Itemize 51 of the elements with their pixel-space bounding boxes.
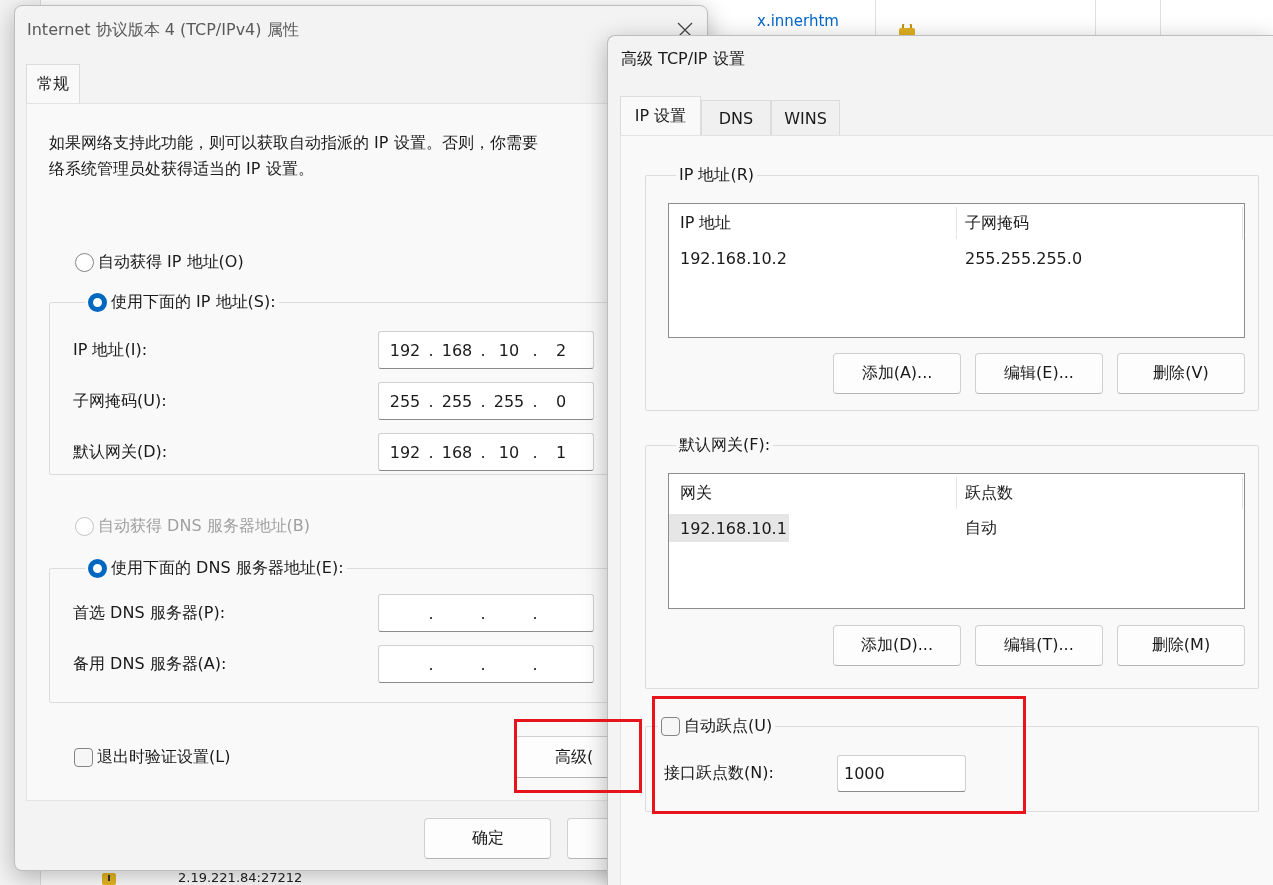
radio-label: 使用下面的 IP 地址(S): [111,291,276,313]
column-header[interactable]: IP 地址 [669,207,957,239]
group-title: IP 地址(R) [679,164,755,186]
column-header[interactable]: 网关 [669,477,957,509]
tab[interactable]: 常规 [26,64,80,103]
ok-button[interactable]: 确定 [424,818,551,859]
radio-label: 使用下面的 DNS 服务器地址(E): [111,557,344,579]
column-header[interactable]: 子网掩码 [957,207,1243,239]
field-label: 首选 DNS 服务器(P): [73,602,227,624]
radio-button[interactable] [88,558,107,578]
field-label: IP 地址(I): [73,339,149,361]
link[interactable]: x.innerhtm [757,12,839,30]
radio-button[interactable] [75,252,94,272]
metric-field[interactable]: 1000 [837,755,966,792]
field-label: 备用 DNS 服务器(A): [73,653,228,675]
checkbox-label: 退出时验证设置(L) [97,746,231,768]
tab[interactable]: DNS [701,100,771,135]
tab[interactable]: IP 设置 [620,96,701,135]
add-button[interactable]: 添加(A)... [833,353,961,394]
table-cell[interactable]: 192.168.10.2 [669,244,789,272]
column-header[interactable]: 跃点数 [957,477,1243,509]
window-title: Internet 协议版本 4 (TCP/IPv4) 属性 [27,19,299,41]
edit-button[interactable]: 编辑(E)... [975,353,1103,394]
radio-label: 自动获得 IP 地址(O) [98,251,244,273]
delete-button[interactable]: 删除(V) [1117,353,1245,394]
field-label: 子网掩码(U): [73,390,168,412]
add-button[interactable]: 添加(D)... [833,625,961,666]
description-text: 络系统管理员处获得适当的 IP 设置。 [49,158,315,180]
radio-label: 自动获得 DNS 服务器地址(B) [98,515,311,537]
checkbox[interactable] [74,747,93,767]
ip-address-field[interactable]: 255 . 255 . 255 . 0 [378,382,594,420]
checkbox[interactable] [661,716,680,736]
address-text: 2.19.221.84:27212 [178,871,303,885]
tab[interactable]: WINS [771,100,840,135]
table-cell[interactable]: 255.255.255.0 [957,244,1243,272]
checkbox-label: 自动跃点(U) [684,715,773,737]
table-cell[interactable]: 自动 [957,514,1243,542]
ip-address-field[interactable]: . . . [378,594,594,632]
radio-button[interactable] [88,292,107,312]
group-title: 默认网关(F): [679,434,771,456]
ip-address-field[interactable]: 192 . 168 . 10 . 2 [378,331,594,369]
delete-button[interactable]: 删除(M) [1117,625,1245,666]
description-text: 如果网络支持此功能，则可以获取自动指派的 IP 设置。否则，你需要 [49,132,539,154]
ip-address-field[interactable]: 192 . 168 . 10 . 1 [378,433,594,471]
field-label: 接口跃点数(N): [664,763,775,784]
ip-address-field[interactable]: . . . [378,645,594,683]
field-label: 默认网关(D): [73,441,169,463]
table-cell[interactable]: 192.168.10.1 [669,514,789,542]
warning-icon [102,873,116,885]
edit-button[interactable]: 编辑(T)... [975,625,1103,666]
window-title: 高级 TCP/IP 设置 [621,49,745,70]
